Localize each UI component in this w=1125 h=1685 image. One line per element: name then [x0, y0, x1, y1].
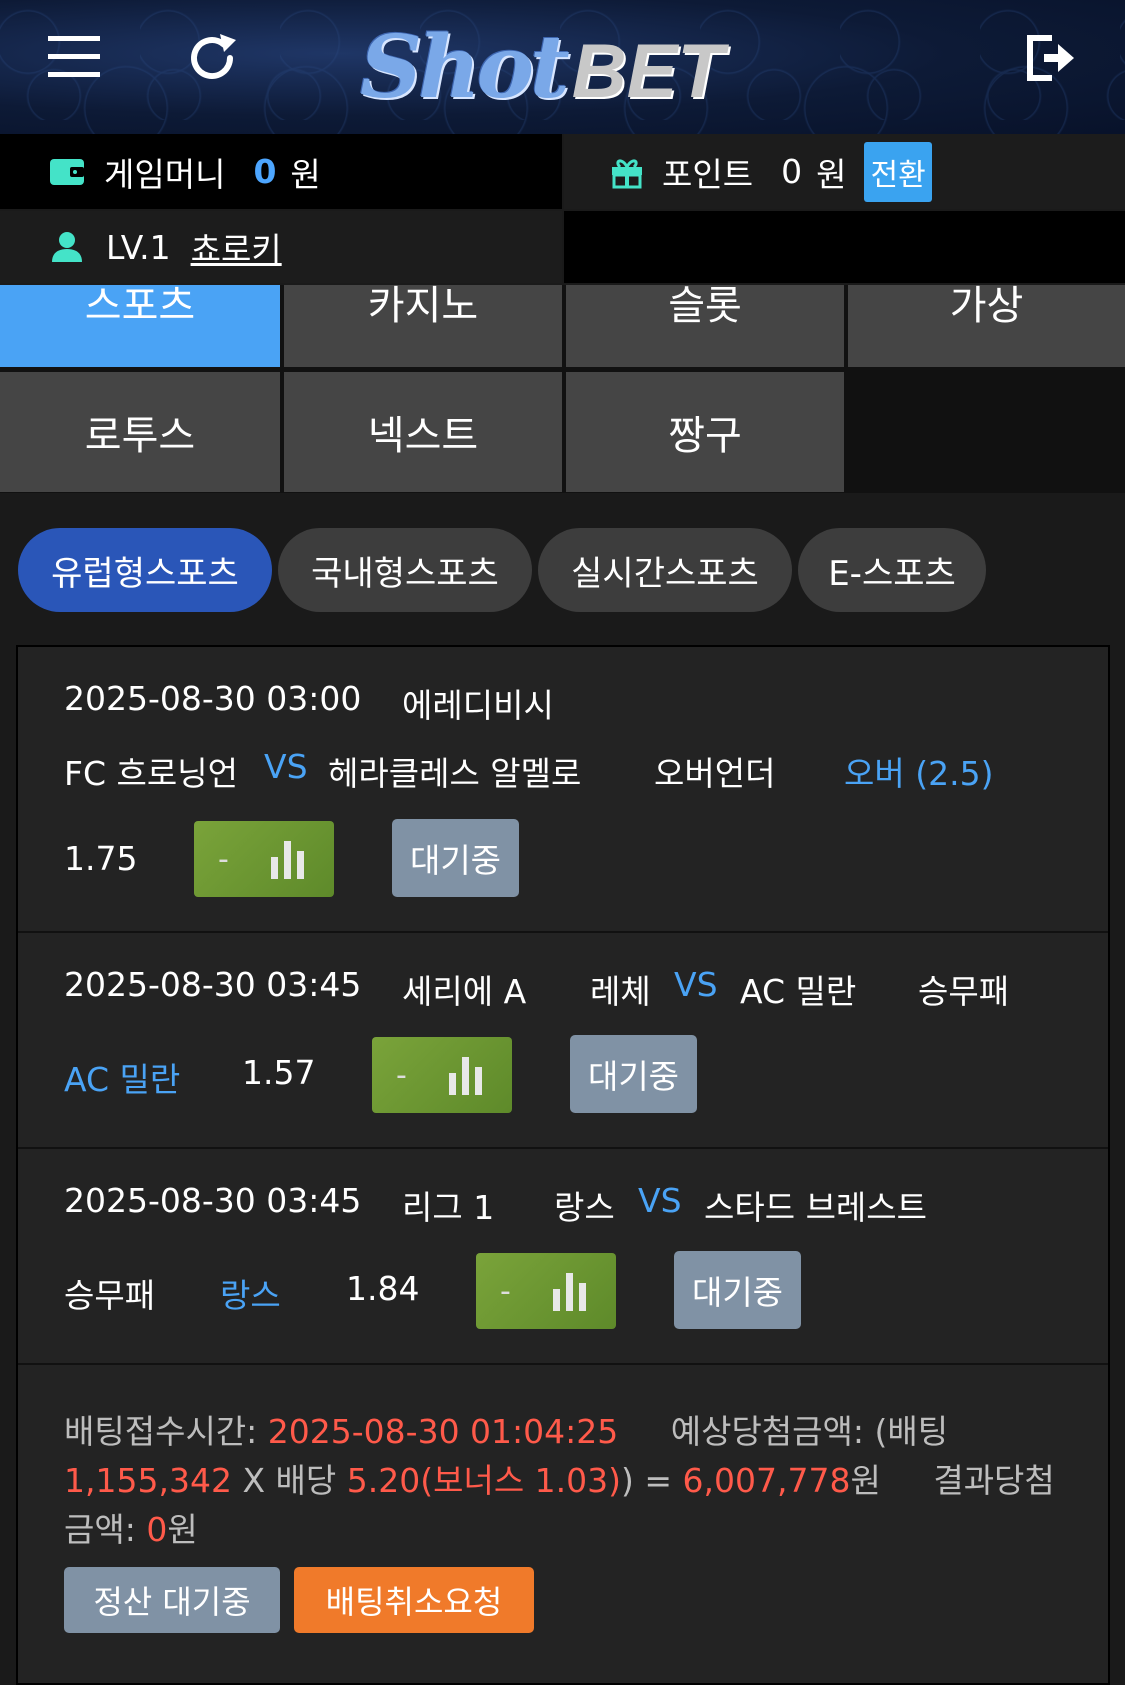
tab-european-sports[interactable]: 유럽형스포츠: [18, 528, 272, 612]
game-money-display: 게임머니 0 원: [0, 134, 562, 209]
cancel-bet-button[interactable]: 배팅취소요청: [294, 1567, 534, 1633]
user-icon: [50, 230, 84, 264]
category-next[interactable]: 넥스트: [284, 372, 562, 492]
bet-league: 세리에 A: [402, 972, 527, 1011]
category-lotus[interactable]: 로투스: [0, 372, 280, 492]
bet-row: 2025-08-30 03:00 에레디비시 FC 흐로닝언 VS 헤라클레스 …: [18, 647, 1108, 933]
bet-league: 에레디비시: [402, 686, 554, 725]
user-nickname[interactable]: 쵸로키: [191, 223, 282, 271]
category-label: 짱구: [668, 413, 742, 459]
money-value: 0: [253, 152, 277, 191]
category-slot[interactable]: 슬롯: [566, 283, 844, 367]
bet-odds: 1.57: [242, 1053, 316, 1092]
bet-history-card: 2025-08-30 03:00 에레디비시 FC 흐로닝언 VS 헤라클레스 …: [16, 645, 1110, 1685]
bar-chart-icon: [270, 839, 304, 879]
logo-shot-text: Shot: [360, 17, 570, 118]
bet-market: 승무패: [64, 1276, 156, 1315]
score-dash: -: [500, 1273, 511, 1309]
score-dash: -: [396, 1057, 407, 1093]
category-label: 가상: [949, 283, 1024, 329]
category-label: 슬롯: [668, 283, 742, 329]
bar-chart-icon: [448, 1055, 482, 1095]
bet-away-team: 스타드 브레스트: [704, 1188, 928, 1227]
money-label: 게임머니: [104, 154, 226, 194]
bet-summary: 배팅접수시간: 2025-08-30 01:04:25 예상당첨금액: (배팅 …: [64, 1407, 1064, 1554]
info-filler: [564, 211, 1125, 283]
category-virtual[interactable]: 가상: [848, 283, 1125, 367]
point-value: 0: [781, 152, 803, 191]
tab-domestic-sports[interactable]: 국내형스포츠: [278, 528, 532, 612]
bet-home-team: 랑스: [554, 1188, 615, 1227]
category-casino[interactable]: 카지노: [284, 283, 562, 367]
won-unit: 원: [850, 1461, 881, 1500]
result-amount: 0: [146, 1510, 168, 1549]
point-display: 포인트 0 원 전환: [564, 134, 1125, 209]
bet-status-button[interactable]: 대기중: [570, 1035, 697, 1113]
category-label: 카지노: [367, 283, 479, 329]
gift-icon: [610, 155, 644, 189]
category-label: 로투스: [84, 413, 196, 459]
expected-label: 예상당첨금액: (배팅: [670, 1412, 949, 1451]
score-dash: -: [218, 841, 229, 877]
accept-time-label: 배팅접수시간:: [64, 1412, 268, 1451]
top-header: Shot BET: [0, 0, 1125, 134]
bet-status-button[interactable]: 대기중: [674, 1251, 801, 1329]
bet-vs: VS: [264, 747, 308, 786]
bet-pick: 랑스: [220, 1276, 281, 1315]
bet-away-team: 헤라클레스 알멜로: [328, 754, 582, 793]
logout-icon[interactable]: [1018, 26, 1082, 90]
bet-stats-button[interactable]: -: [476, 1253, 616, 1329]
point-unit: 원: [816, 154, 847, 194]
total-odds: 5.20(보너스 1.03): [346, 1461, 622, 1500]
bet-row: 2025-08-30 03:45 리그 1 랑스 VS 스타드 브레스트 승무패…: [18, 1151, 1108, 1365]
bet-pick: 오버 (2.5): [844, 754, 994, 793]
bet-away-team: AC 밀란: [740, 972, 857, 1011]
category-jjanggu[interactable]: 짱구: [566, 372, 844, 492]
bet-odds: 1.84: [346, 1269, 420, 1308]
category-label: 넥스트: [367, 413, 479, 459]
bet-status-button[interactable]: 대기중: [392, 819, 519, 897]
tab-live-sports[interactable]: 실시간스포츠: [538, 528, 792, 612]
bet-stats-button[interactable]: -: [194, 821, 334, 897]
times-text: X 배당: [231, 1461, 347, 1500]
shotbet-logo[interactable]: Shot BET: [360, 8, 760, 118]
bar-chart-icon: [552, 1271, 586, 1311]
expected-amount: 6,007,778: [682, 1461, 851, 1500]
bet-league: 리그 1: [402, 1188, 495, 1227]
user-level: LV.1: [106, 227, 171, 267]
bet-row: 2025-08-30 03:45 세리에 A 레체 VS AC 밀란 승무패 A…: [18, 935, 1108, 1149]
accept-time: 2025-08-30 01:04:25: [267, 1412, 619, 1451]
bet-vs: VS: [674, 965, 718, 1004]
bet-home-team: FC 흐로닝언: [64, 754, 238, 793]
equals-text: ) =: [621, 1461, 683, 1500]
wallet-icon: [50, 157, 86, 187]
category-label: 스포츠: [84, 283, 196, 329]
point-label: 포인트: [662, 154, 754, 194]
bet-market: 승무패: [918, 972, 1010, 1011]
bet-odds: 1.75: [64, 839, 138, 878]
convert-button[interactable]: 전환: [864, 141, 932, 202]
bet-market: 오버언더: [654, 754, 776, 793]
money-unit: 원: [290, 154, 321, 194]
logo-bet-text: BET: [571, 29, 724, 114]
bet-datetime: 2025-08-30 03:45: [64, 965, 362, 1004]
bet-vs: VS: [638, 1181, 682, 1220]
bet-pick: AC 밀란: [64, 1060, 181, 1099]
category-sports[interactable]: 스포츠: [0, 283, 280, 367]
menu-icon[interactable]: [44, 30, 104, 84]
settle-pending-button[interactable]: 정산 대기중: [64, 1567, 280, 1633]
tab-esports[interactable]: E-스포츠: [798, 528, 986, 612]
refresh-icon[interactable]: [180, 26, 244, 90]
stake-amount: 1,155,342: [64, 1461, 232, 1500]
result-unit: 원: [167, 1510, 198, 1549]
bet-home-team: 레체: [590, 972, 651, 1011]
bet-datetime: 2025-08-30 03:00: [64, 679, 362, 718]
bet-stats-button[interactable]: -: [372, 1037, 512, 1113]
bet-datetime: 2025-08-30 03:45: [64, 1181, 362, 1220]
